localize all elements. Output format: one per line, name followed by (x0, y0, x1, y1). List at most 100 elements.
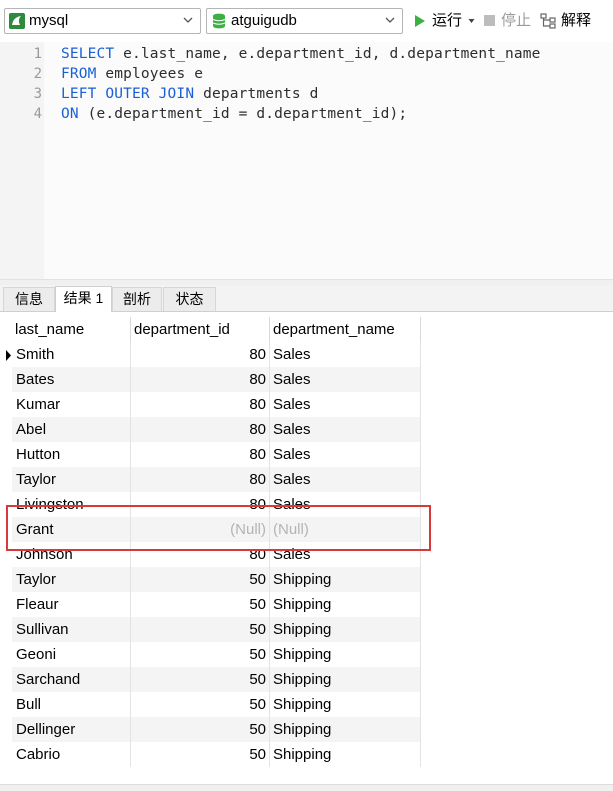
table-cell[interactable]: 80 (131, 392, 270, 417)
table-cell[interactable]: 50 (131, 567, 270, 592)
sql-keyword: FROM (61, 66, 97, 82)
table-cell[interactable]: Sales (270, 367, 421, 392)
line-number: 4 (33, 106, 42, 122)
sql-text: e.last_name, e.department_id, d.departme… (114, 46, 541, 62)
table-cell[interactable]: 80 (131, 367, 270, 392)
table-cell[interactable]: Shipping (270, 667, 421, 692)
column-header[interactable]: department_name (270, 317, 421, 342)
table-row[interactable]: Sullivan 50 Shipping (12, 617, 421, 642)
code-line: SELECT e.last_name, e.department_id, d.d… (61, 44, 541, 64)
connection-label: mysql (29, 12, 69, 29)
table-row[interactable]: Taylor 50 Shipping (12, 567, 421, 592)
tab-profile[interactable]: 剖析 (112, 287, 162, 311)
chevron-down-icon (183, 17, 193, 23)
table-cell[interactable]: Shipping (270, 592, 421, 617)
table-cell[interactable]: 80 (131, 467, 270, 492)
table-row[interactable]: Abel 80 Sales (12, 417, 421, 442)
table-cell[interactable]: Taylor (12, 467, 131, 492)
table-cell[interactable]: 80 (131, 417, 270, 442)
table-cell[interactable]: Sales (270, 442, 421, 467)
explain-label: 解释 (561, 12, 592, 29)
table-cell[interactable]: Sales (270, 392, 421, 417)
table-cell[interactable]: 80 (131, 442, 270, 467)
table-row[interactable]: Fleaur 50 Shipping (12, 592, 421, 617)
stop-icon (484, 15, 495, 26)
database-label: atguigudb (231, 12, 297, 29)
table-cell[interactable]: Smith (12, 342, 131, 367)
table-row[interactable]: Kumar 80 Sales (12, 392, 421, 417)
table-cell[interactable]: Shipping (270, 742, 421, 767)
null-row-highlight (6, 505, 431, 551)
explain-icon (540, 13, 556, 29)
table-row[interactable]: Bull 50 Shipping (12, 692, 421, 717)
table-row[interactable]: Taylor 80 Sales (12, 467, 421, 492)
table-cell[interactable]: Shipping (270, 717, 421, 742)
table-cell[interactable]: Kumar (12, 392, 131, 417)
stop-label: 停止 (501, 12, 532, 29)
table-cell[interactable]: 50 (131, 742, 270, 767)
database-icon (212, 13, 226, 29)
table-row[interactable]: Smith 80 Sales (12, 342, 421, 367)
sql-text: employees e (96, 66, 204, 82)
table-row[interactable]: Dellinger 50 Shipping (12, 717, 421, 742)
table-cell[interactable]: Sarchand (12, 667, 131, 692)
code-line: ON (e.department_id = d.department_id); (61, 104, 407, 124)
table-cell[interactable]: Dellinger (12, 717, 131, 742)
table-cell[interactable]: Shipping (270, 617, 421, 642)
line-number: 2 (33, 66, 42, 82)
connection-select[interactable]: mysql (4, 8, 201, 34)
table-cell[interactable]: Geoni (12, 642, 131, 667)
sql-editor[interactable]: 1 2 3 4 SELECT e.last_name, e.department… (0, 42, 613, 279)
table-cell[interactable]: Abel (12, 417, 131, 442)
table-cell[interactable]: Cabrio (12, 742, 131, 767)
table-row[interactable]: Geoni 50 Shipping (12, 642, 421, 667)
table-cell[interactable]: Sales (270, 342, 421, 367)
tab-status[interactable]: 状态 (163, 287, 216, 311)
result-tabs: 信息 结果 1 剖析 状态 (0, 285, 613, 312)
sql-keyword: LEFT OUTER JOIN (61, 86, 195, 102)
table-row[interactable]: Bates 80 Sales (12, 367, 421, 392)
line-number: 3 (33, 86, 42, 102)
column-header[interactable]: department_id (131, 317, 270, 342)
run-label: 运行 (432, 12, 463, 29)
table-cell[interactable]: 50 (131, 667, 270, 692)
line-number-gutter: 1 2 3 4 (0, 42, 44, 279)
table-cell[interactable]: Sullivan (12, 617, 131, 642)
table-row[interactable]: Cabrio 50 Shipping (12, 742, 421, 767)
chevron-down-icon (385, 17, 395, 23)
table-row[interactable]: Sarchand 50 Shipping (12, 667, 421, 692)
table-cell[interactable]: Fleaur (12, 592, 131, 617)
table-cell[interactable]: Shipping (270, 642, 421, 667)
toolbar: mysql atguigudb 运行 停止 解释 (0, 0, 613, 42)
table-cell[interactable]: 50 (131, 642, 270, 667)
caret-down-icon (468, 19, 475, 23)
table-cell[interactable]: Bates (12, 367, 131, 392)
table-cell[interactable]: 50 (131, 717, 270, 742)
table-cell[interactable]: 50 (131, 617, 270, 642)
table-cell[interactable]: 50 (131, 592, 270, 617)
database-select[interactable]: atguigudb (206, 8, 403, 34)
tab-info[interactable]: 信息 (3, 287, 55, 311)
sql-text: departments d (194, 86, 319, 102)
sql-text: (e.department_id = d.department_id); (78, 106, 408, 122)
table-cell[interactable]: 50 (131, 692, 270, 717)
table-cell[interactable]: Shipping (270, 567, 421, 592)
sql-keyword: ON (61, 106, 79, 122)
current-row-indicator-icon (6, 350, 11, 361)
table-cell[interactable]: Bull (12, 692, 131, 717)
table-cell[interactable]: 80 (131, 342, 270, 367)
table-cell[interactable]: Sales (270, 467, 421, 492)
play-icon (415, 15, 425, 27)
mysql-connection-icon (9, 13, 25, 29)
column-header[interactable]: last_name (12, 317, 131, 342)
table-row[interactable]: Hutton 80 Sales (12, 442, 421, 467)
code-line: LEFT OUTER JOIN departments d (61, 84, 319, 104)
table-cell[interactable]: Taylor (12, 567, 131, 592)
sql-keyword: SELECT (61, 46, 115, 62)
line-number: 1 (33, 46, 42, 62)
table-cell[interactable]: Sales (270, 417, 421, 442)
table-cell[interactable]: Shipping (270, 692, 421, 717)
tab-result-1[interactable]: 结果 1 (55, 286, 112, 312)
table-cell[interactable]: Hutton (12, 442, 131, 467)
code-line: FROM employees e (61, 64, 203, 84)
